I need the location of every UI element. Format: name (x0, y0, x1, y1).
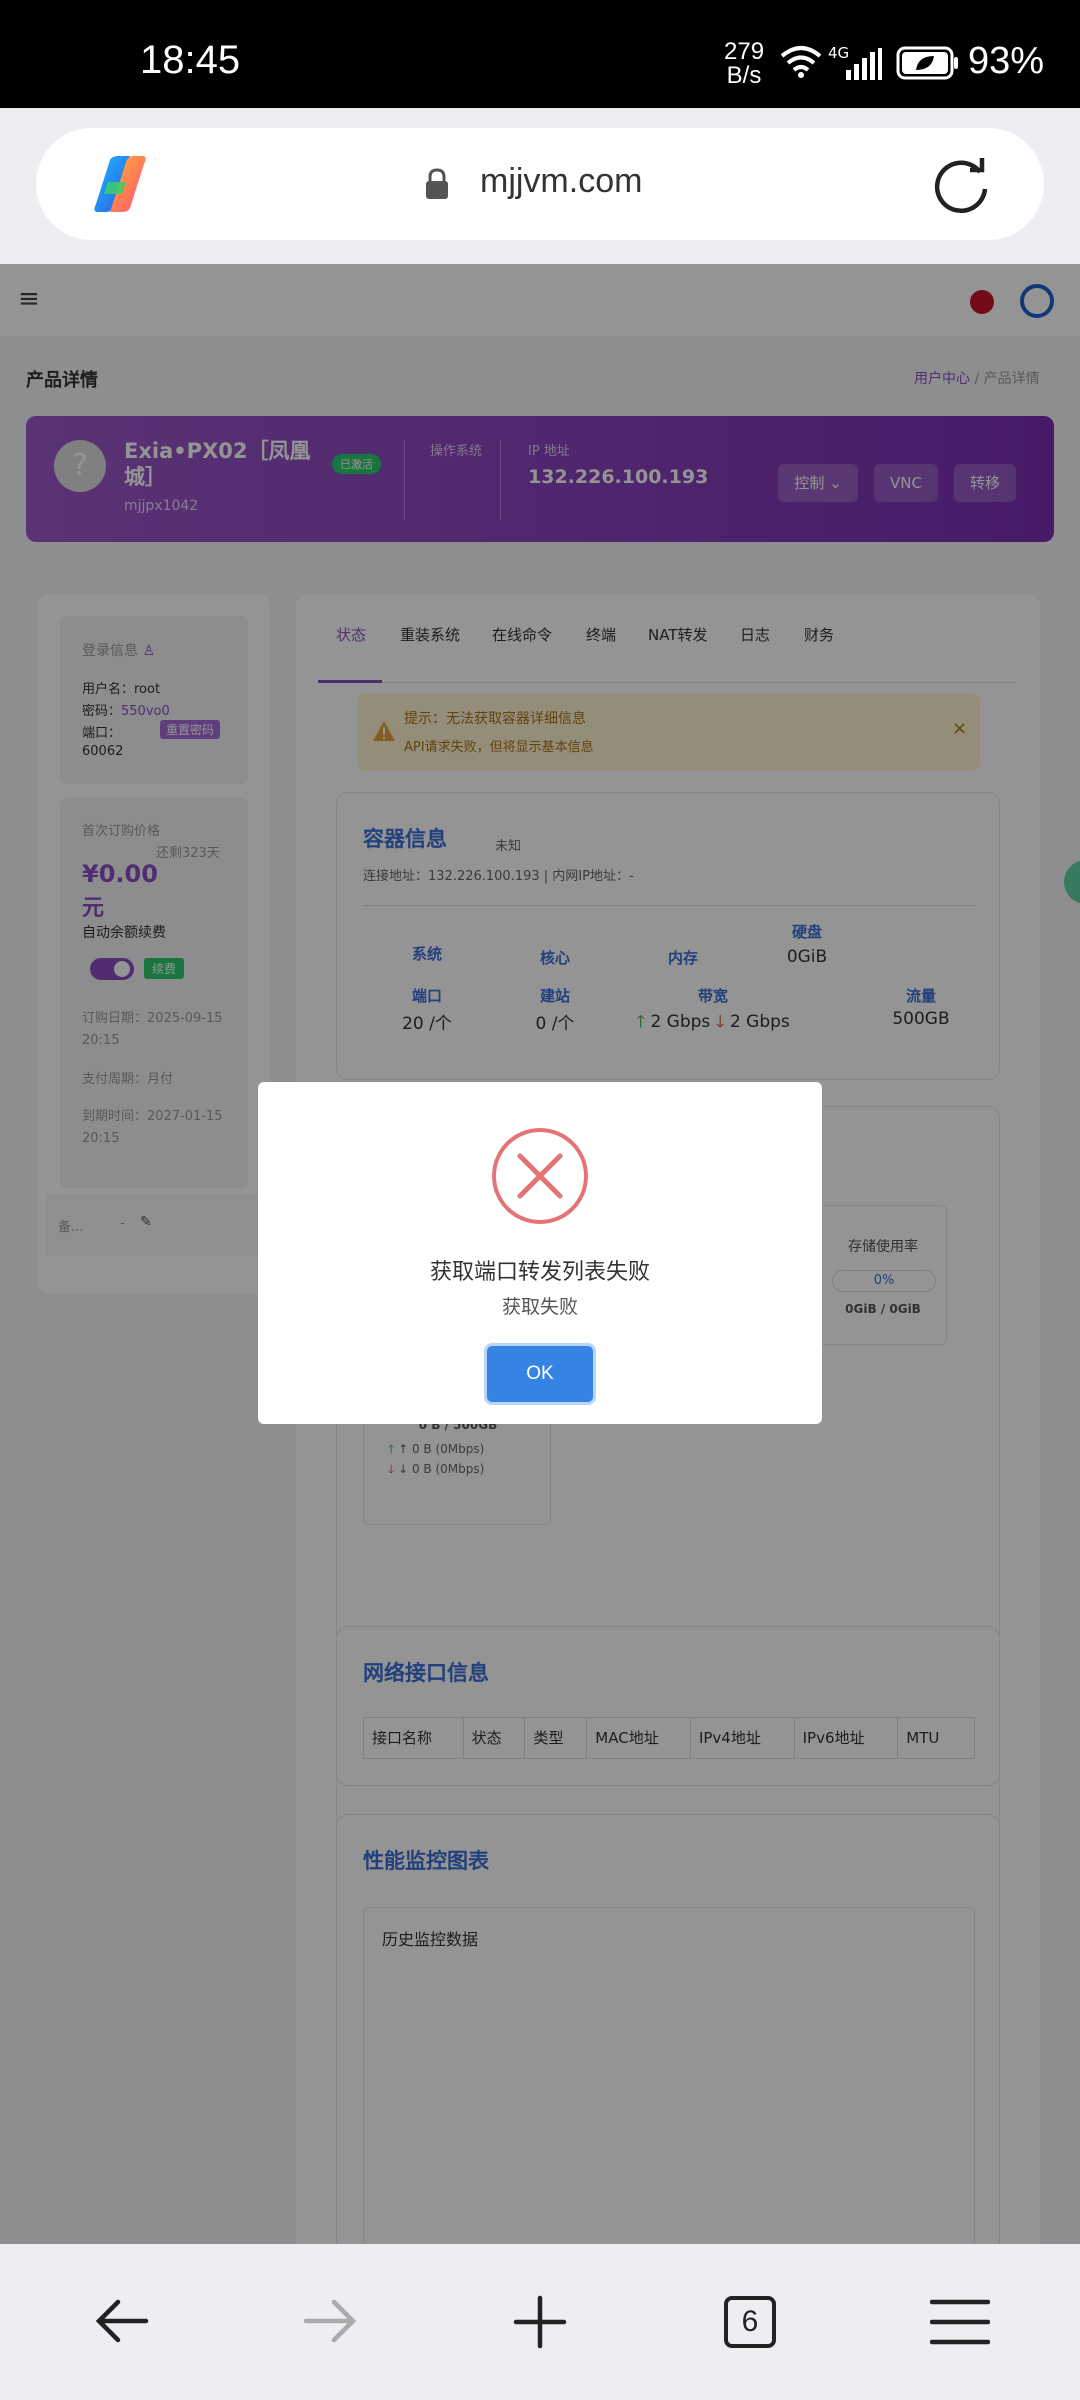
reload-icon[interactable] (932, 156, 990, 214)
status-bar: 18:45 279 B/s 4G 93% (0, 0, 1080, 108)
new-tab-plus-icon[interactable] (512, 2294, 568, 2350)
menu-icon[interactable] (930, 2298, 990, 2346)
url-text[interactable]: mjjvm.com (480, 162, 642, 201)
forward-arrow-icon[interactable] (302, 2296, 358, 2346)
battery-icon (896, 46, 958, 80)
lock-icon (426, 168, 448, 199)
browser-toolbar: mjjvm.com (0, 108, 1080, 264)
wifi-icon (780, 46, 822, 78)
battery-percent: 93% (968, 40, 1045, 82)
dialog-message: 获取失败 (501, 1296, 578, 1318)
address-bar[interactable]: mjjvm.com (36, 128, 1044, 240)
back-arrow-icon[interactable] (94, 2296, 150, 2346)
copilot-logo-icon[interactable] (86, 152, 154, 216)
dialog-title: 获取端口转发列表失败 (429, 1260, 650, 1285)
error-icon (492, 1128, 588, 1224)
clock: 18:45 (140, 38, 241, 82)
ok-button[interactable]: OK (487, 1346, 593, 1402)
error-dialog: 获取端口转发列表失败 获取失败 OK (258, 1082, 822, 1424)
tab-switcher-button[interactable]: 6 (724, 2296, 776, 2348)
browser-bottom-nav: 6 (0, 2244, 1080, 2400)
signal-icon (846, 48, 882, 80)
network-speed: 279 B/s (724, 38, 765, 89)
